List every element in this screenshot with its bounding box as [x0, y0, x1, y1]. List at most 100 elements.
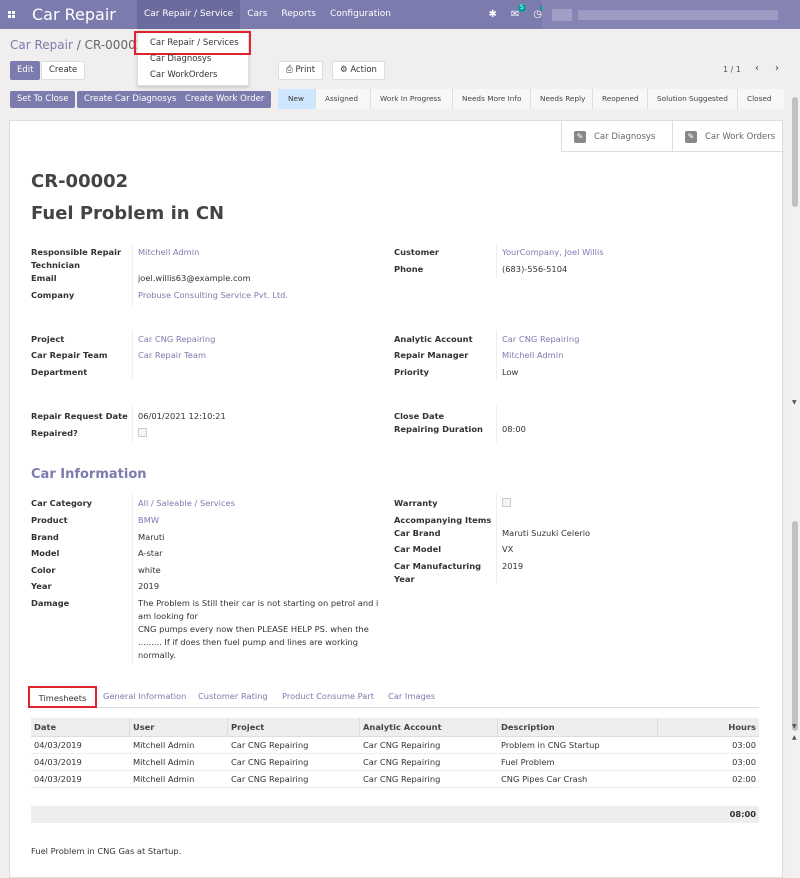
action-button[interactable]: ⚙ Action — [332, 61, 385, 80]
column-header-hours[interactable]: Hours — [658, 718, 759, 736]
team-value[interactable]: Car Repair Team — [138, 350, 206, 360]
scroll-down-icon[interactable]: ▼ — [792, 399, 797, 406]
pager-value[interactable]: 1 / 1 — [723, 65, 741, 74]
car-diagnosys-smart-label: Car Diagnosys — [594, 131, 656, 142]
car-category-value[interactable]: All / Saleable / Services — [138, 498, 235, 508]
print-icon: ⎙ — [286, 65, 293, 75]
breadcrumb: Car Repair / CR-00002 — [10, 38, 143, 52]
tab-customer-rating[interactable]: Customer Rating — [198, 686, 268, 708]
company-value[interactable]: Probuse Consulting Service Pvt. Ltd. — [138, 290, 288, 300]
create-work-order-button[interactable]: Create Work Order — [178, 91, 272, 108]
department-label: Department — [31, 367, 88, 377]
color-value[interactable]: white — [138, 565, 161, 575]
cell-user: Mitchell Admin — [133, 774, 195, 784]
timesheet-table: Date User Project Analytic Account Descr… — [31, 718, 759, 788]
cell-hours: 03:00 — [732, 757, 756, 767]
phone-label: Phone — [394, 264, 424, 274]
project-value[interactable]: Car CNG Repairing — [138, 334, 215, 344]
stage-solution-suggested[interactable]: Solution Suggested — [648, 89, 738, 109]
create-car-diagnosys-button[interactable]: Create Car Diagnosys — [77, 91, 184, 108]
print-button[interactable]: ⎙ Print — [278, 61, 324, 80]
user-menu[interactable] — [542, 0, 800, 29]
create-button[interactable]: Create — [41, 61, 86, 80]
pager-prev-icon[interactable]: ‹ — [755, 63, 759, 74]
bug-icon[interactable]: ✱ — [488, 9, 496, 20]
edit-button[interactable]: Edit — [10, 61, 41, 80]
scrollbar-thumb[interactable] — [792, 97, 798, 207]
column-header-user[interactable]: User — [130, 718, 228, 736]
car-brand-value[interactable]: Maruti Suzuki Celerio — [502, 528, 590, 538]
tab-product-consume-part[interactable]: Product Consume Part — [282, 686, 374, 708]
brand-value[interactable]: Maruti — [138, 532, 164, 542]
priority-value[interactable]: Low — [502, 367, 518, 377]
year-value[interactable]: 2019 — [138, 581, 159, 591]
cell-description: Problem in CNG Startup — [501, 740, 600, 750]
damage-line: am looking for — [138, 611, 198, 621]
scroll-up-icon[interactable]: ▲ — [792, 734, 797, 741]
mfg-year-value[interactable]: 2019 — [502, 561, 523, 571]
cell-user: Mitchell Admin — [133, 740, 195, 750]
manager-value[interactable]: Mitchell Admin — [502, 350, 563, 360]
pager-next-icon[interactable]: › — [775, 63, 779, 74]
set-to-close-button[interactable]: Set To Close — [10, 91, 76, 108]
car-diagnosys-smart-button[interactable]: ✎ Car Diagnosys — [561, 121, 672, 152]
request-date-value[interactable]: 06/01/2021 12:10:21 — [138, 411, 226, 421]
action-label: Action — [350, 65, 377, 75]
dropdown-car-workorders[interactable]: Car WorkOrders — [138, 67, 248, 83]
column-header-analytic-account[interactable]: Analytic Account — [360, 718, 498, 736]
close-date-label: Close Date — [394, 411, 445, 421]
email-label: Email — [31, 273, 57, 283]
company-switcher[interactable] — [552, 9, 572, 21]
stage-assigned[interactable]: Assigned — [316, 89, 371, 109]
dropdown-car-diagnosys[interactable]: Car Diagnosys — [138, 51, 248, 67]
color-label: Color — [31, 565, 56, 575]
apps-menu-icon[interactable] — [0, 0, 22, 29]
menu-configuration[interactable]: Configuration — [323, 0, 398, 29]
customer-value[interactable]: YourCompany, Joel Willis — [502, 247, 604, 257]
page-scrollbar[interactable]: ▼ ▼ ▲ — [790, 89, 800, 878]
damage-line: normally. — [138, 650, 176, 660]
user-name-blurred[interactable] — [578, 10, 778, 20]
column-header-description[interactable]: Description — [498, 718, 658, 736]
column-header-date[interactable]: Date — [31, 718, 130, 736]
model-value[interactable]: A-star — [138, 548, 163, 558]
duration-value[interactable]: 08:00 — [502, 424, 526, 434]
product-value[interactable]: BMW — [138, 515, 159, 525]
warranty-checkbox[interactable] — [502, 498, 511, 507]
tab-car-images[interactable]: Car Images — [388, 686, 435, 708]
tab-timesheets[interactable]: Timesheets — [28, 686, 97, 708]
stage-new[interactable]: New — [278, 89, 316, 109]
car-work-orders-smart-button[interactable]: ✎ Car Work Orders — [672, 121, 783, 152]
car-category-label: Car Category — [31, 498, 93, 508]
app-brand: Car Repair — [32, 5, 116, 24]
table-row[interactable]: 04/03/2019 Mitchell Admin Car CNG Repair… — [31, 737, 759, 754]
activity-icon[interactable]: ◷2 — [533, 4, 549, 20]
cell-description: CNG Pipes Car Crash — [501, 774, 588, 784]
menu-reports[interactable]: Reports — [274, 0, 323, 29]
table-row[interactable]: 04/03/2019 Mitchell Admin Car CNG Repair… — [31, 754, 759, 771]
menu-cars[interactable]: Cars — [240, 0, 274, 29]
stage-needs-more-info[interactable]: Needs More Info — [453, 89, 531, 109]
field-divider — [132, 494, 133, 664]
repaired-checkbox[interactable] — [138, 428, 147, 437]
car-repair-dropdown: Car Repair / Services Car Diagnosys Car … — [134, 30, 251, 86]
damage-label: Damage — [31, 598, 70, 608]
table-row[interactable]: 04/03/2019 Mitchell Admin Car CNG Repair… — [31, 771, 759, 788]
project-label: Project — [31, 334, 65, 344]
menu-car-repair-service[interactable]: Car Repair / Service — [137, 0, 241, 29]
column-header-project[interactable]: Project — [228, 718, 360, 736]
stage-work-in-progress[interactable]: Work In Progress — [371, 89, 453, 109]
stage-needs-reply[interactable]: Needs Reply — [531, 89, 593, 109]
stage-closed[interactable]: Closed — [738, 89, 784, 109]
scrollbar-thumb-secondary[interactable] — [792, 521, 798, 731]
breadcrumb-parent[interactable]: Car Repair — [10, 38, 73, 52]
responsible-value[interactable]: Mitchell Admin — [138, 247, 199, 257]
tab-general-information[interactable]: General Information — [103, 686, 186, 708]
top-navbar: Car Repair Car Repair / Service Cars Rep… — [0, 0, 800, 29]
stage-reopened[interactable]: Reopened — [593, 89, 648, 109]
scroll-down-icon[interactable]: ▼ — [792, 723, 797, 730]
analytic-value[interactable]: Car CNG Repairing — [502, 334, 579, 344]
messages-icon[interactable]: ✉ 5 — [511, 4, 526, 20]
car-model-value[interactable]: VX — [502, 544, 513, 554]
damage-line: ......... If if does then fuel pump and … — [138, 637, 359, 647]
